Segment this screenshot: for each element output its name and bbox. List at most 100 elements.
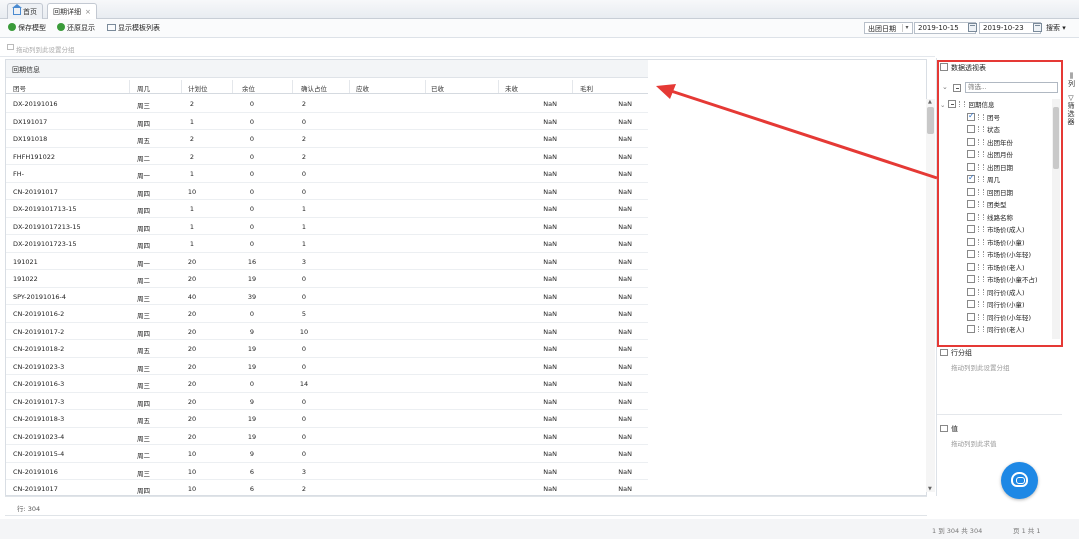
table-row[interactable]: CN-20191017 周四 10 6 2 NaN NaN xyxy=(6,480,648,495)
field-item[interactable]: 状态 xyxy=(940,124,1052,137)
table-row[interactable]: CN-20191017 周四 10 0 0 NaN NaN xyxy=(6,183,648,200)
support-button[interactable] xyxy=(1001,462,1038,499)
side-tab-columns[interactable]: ⫼ 列 xyxy=(1064,72,1079,88)
column-header[interactable]: 毛利 xyxy=(580,83,593,93)
values-section[interactable]: 值拖动列到此求值 xyxy=(940,424,997,448)
close-icon[interactable]: × xyxy=(85,8,91,16)
pivot-toggle[interactable]: 数据透视表 xyxy=(940,63,986,73)
grid-scrollbar[interactable]: ▲ ▼ xyxy=(926,99,935,492)
field-item[interactable]: 团类型 xyxy=(940,199,1052,212)
scroll-down-icon[interactable]: ▼ xyxy=(928,486,932,492)
field-item[interactable]: 市场价(成人) xyxy=(940,224,1052,237)
tree-root[interactable]: ⌄ 回期信息 xyxy=(940,99,1052,112)
field-item[interactable]: 线路名称 xyxy=(940,212,1052,225)
column-header[interactable]: 余位 xyxy=(242,83,255,93)
field-item[interactable]: 回团日期 xyxy=(940,187,1052,200)
field-checkbox[interactable] xyxy=(967,150,975,158)
table-row[interactable]: FH- 周一 1 0 0 NaN NaN xyxy=(6,165,648,183)
column-header[interactable]: 周几 xyxy=(137,83,150,93)
field-item[interactable]: 出团日期 xyxy=(940,162,1052,175)
date-type-select[interactable]: 出团日期 ▾ xyxy=(864,22,913,34)
date-from-input[interactable]: 2019-10-15 xyxy=(914,22,976,34)
table-row[interactable]: DX-2019101713-15 周四 1 0 1 NaN NaN xyxy=(6,200,648,218)
tab-home[interactable]: 首页 xyxy=(7,3,43,19)
table-row[interactable]: FHFH191022 周二 2 0 2 NaN NaN xyxy=(6,148,648,165)
field-item[interactable]: 市场价(小年轻) xyxy=(940,249,1052,262)
field-item[interactable]: 同行价(老人) xyxy=(940,324,1052,337)
table-row[interactable]: CN-20191016-3 周三 20 0 14 NaN NaN xyxy=(6,375,648,393)
table-row[interactable]: CN-20191016-2 周三 20 0 5 NaN NaN xyxy=(6,305,648,323)
field-checkbox[interactable] xyxy=(967,300,975,308)
table-row[interactable]: CN-20191017-3 周四 20 9 0 NaN NaN xyxy=(6,393,648,410)
field-item[interactable]: 团号 xyxy=(940,111,1052,125)
column-header[interactable]: 应收 xyxy=(356,83,369,93)
table-row[interactable]: CN-20191018-3 周五 20 19 0 NaN NaN xyxy=(6,410,648,428)
table-row[interactable]: CN-20191016 周三 10 6 3 NaN NaN xyxy=(6,463,648,480)
column-separator[interactable] xyxy=(181,80,182,93)
column-header[interactable]: 计划位 xyxy=(188,83,208,93)
column-header[interactable]: 已收 xyxy=(431,83,444,93)
field-checkbox[interactable] xyxy=(967,137,975,146)
search-button[interactable]: 搜索 ▾ xyxy=(1046,23,1066,33)
column-separator[interactable] xyxy=(572,80,573,93)
field-item[interactable]: 市场价(小童不占) xyxy=(940,274,1052,287)
show-template-list-button[interactable]: 显示模板列表 xyxy=(107,23,160,33)
field-checkbox[interactable] xyxy=(967,200,975,208)
tab-period-detail[interactable]: 回期详细 × xyxy=(47,3,97,20)
table-row[interactable]: DX-20191016 周三 2 0 2 NaN NaN xyxy=(6,95,648,113)
table-row[interactable]: CN-20191015-4 周二 10 9 0 NaN NaN xyxy=(6,445,648,463)
table-row[interactable]: CN-20191023-3 周三 20 19 0 NaN NaN xyxy=(6,358,648,375)
field-item[interactable]: 同行价(小童) xyxy=(940,299,1052,312)
table-row[interactable]: DX-20191017213-15 周四 1 0 1 NaN NaN xyxy=(6,218,648,235)
field-checkbox[interactable] xyxy=(967,237,975,246)
field-checkbox[interactable] xyxy=(967,173,975,183)
table-row[interactable]: DX191017 周四 1 0 0 NaN NaN xyxy=(6,113,648,130)
restore-view-button[interactable]: 还原显示 xyxy=(57,23,95,33)
field-item[interactable]: 市场价(小童) xyxy=(940,237,1052,250)
pivot-checkbox[interactable] xyxy=(940,63,948,71)
field-checkbox[interactable] xyxy=(967,250,975,258)
calendar-icon[interactable] xyxy=(968,23,977,32)
field-checkbox[interactable] xyxy=(967,287,975,296)
side-tab-filters[interactable]: ▽ 筛选器 xyxy=(1067,94,1075,126)
field-checkbox[interactable] xyxy=(967,187,975,196)
chevron-down-icon[interactable]: ⌄ xyxy=(940,101,945,109)
select-all-checkbox[interactable] xyxy=(953,84,961,92)
table-row[interactable]: DX191018 周五 2 0 2 NaN NaN xyxy=(6,130,648,148)
field-item[interactable]: 同行价(成人) xyxy=(940,287,1052,300)
group-drop-zone[interactable]: 拖动列到此设置分组 xyxy=(0,39,935,57)
column-separator[interactable] xyxy=(349,80,350,93)
date-to-input[interactable]: 2019-10-23 xyxy=(979,22,1041,34)
calendar-icon[interactable] xyxy=(1033,23,1042,32)
column-header[interactable]: 团号 xyxy=(13,83,26,93)
field-filter-input[interactable] xyxy=(965,82,1058,93)
column-separator[interactable] xyxy=(232,80,233,93)
column-header[interactable]: 确认占位 xyxy=(301,83,327,93)
field-checkbox[interactable] xyxy=(967,111,975,121)
field-checkbox[interactable] xyxy=(967,125,975,133)
table-row[interactable]: DX-2019101723-15 周四 1 0 1 NaN NaN xyxy=(6,235,648,253)
field-item[interactable]: 周几 xyxy=(940,173,1052,187)
field-checkbox[interactable] xyxy=(967,225,975,233)
field-item[interactable]: 同行价(小年轻) xyxy=(940,312,1052,325)
table-row[interactable]: 191021 周一 20 16 3 NaN NaN xyxy=(6,253,648,270)
column-separator[interactable] xyxy=(498,80,499,93)
table-row[interactable]: 191022 周二 20 19 0 NaN NaN xyxy=(6,270,648,288)
chevron-down-icon[interactable]: ⌄ xyxy=(942,83,948,91)
column-separator[interactable] xyxy=(425,80,426,93)
table-row[interactable]: CN-20191017-2 周四 20 9 10 NaN NaN xyxy=(6,323,648,340)
save-model-button[interactable]: 保存模型 xyxy=(8,23,46,33)
field-checkbox[interactable] xyxy=(967,325,975,333)
table-row[interactable]: CN-20191018-2 周五 20 19 0 NaN NaN xyxy=(6,340,648,358)
table-row[interactable]: CN-20191023-4 周三 20 19 0 NaN NaN xyxy=(6,428,648,445)
column-separator[interactable] xyxy=(292,80,293,93)
column-separator[interactable] xyxy=(129,80,130,93)
scroll-up-icon[interactable]: ▲ xyxy=(928,99,932,105)
field-checkbox[interactable] xyxy=(967,212,975,221)
table-row[interactable]: SPY-20191016-4 周三 40 39 0 NaN NaN xyxy=(6,288,648,305)
field-checkbox[interactable] xyxy=(967,312,975,321)
field-checkbox[interactable] xyxy=(967,275,975,283)
field-checkbox[interactable] xyxy=(967,262,975,271)
field-item[interactable]: 出团月份 xyxy=(940,149,1052,162)
scroll-thumb[interactable] xyxy=(927,107,934,134)
